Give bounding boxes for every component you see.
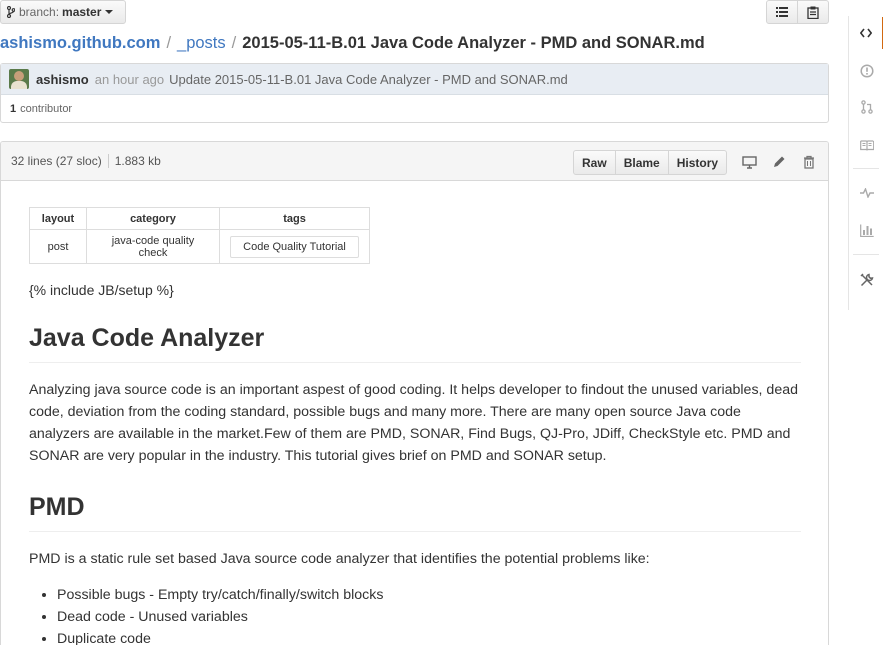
- table-cell-category: java-code quality check: [86, 229, 220, 264]
- breadcrumb-separator: /: [231, 34, 237, 52]
- list-item: Possible bugs - Empty try/catch/finally/…: [57, 584, 801, 606]
- settings-icon[interactable]: [849, 264, 883, 296]
- file-box: 32 lines (27 sloc) 1.883 kb Raw Blame Hi…: [0, 141, 829, 645]
- history-button[interactable]: History: [667, 151, 726, 174]
- raw-button[interactable]: Raw: [574, 151, 615, 174]
- breadcrumb-filename: 2015-05-11-B.01 Java Code Analyzer - PMD…: [242, 34, 705, 52]
- markdown-body: layout category tags post java-code qual…: [29, 207, 801, 645]
- commit-message[interactable]: Update 2015-05-11-B.01 Java Code Analyze…: [169, 72, 568, 87]
- table-cell-tags: Code Quality Tutorial: [219, 229, 370, 264]
- contributor-label: contributor: [20, 103, 73, 115]
- repo-sidebar: [848, 16, 883, 310]
- heading-pmd: PMD: [29, 493, 801, 532]
- breadcrumb-separator: /: [166, 34, 172, 52]
- pencil-icon[interactable]: [771, 154, 787, 170]
- file-size: 1.883 kb: [114, 154, 161, 168]
- intro-paragraph: Analyzing java source code is an importa…: [29, 382, 798, 464]
- file-icon-actions: [741, 154, 817, 170]
- heading-java-code-analyzer: Java Code Analyzer: [29, 324, 801, 363]
- table-cell-layout: post: [29, 229, 87, 264]
- sidebar-divider: [853, 254, 879, 255]
- include-directive: {% include JB/setup %}: [29, 282, 174, 298]
- breadcrumb: ashismo.github.com / _posts / 2015-05-11-B.0…: [0, 34, 705, 53]
- tag-box: Code Quality Tutorial: [230, 235, 359, 258]
- list-icon[interactable]: [767, 1, 797, 23]
- pulse-icon[interactable]: [849, 177, 883, 209]
- clipboard-icon[interactable]: [797, 1, 828, 23]
- trash-icon[interactable]: [801, 154, 817, 170]
- branch-name: master: [62, 5, 102, 19]
- pmd-problem-list: Possible bugs - Empty try/catch/finally/…: [29, 584, 801, 645]
- table-header-category: category: [86, 207, 220, 230]
- issue-icon[interactable]: [849, 55, 883, 87]
- code-icon[interactable]: [849, 17, 883, 49]
- file-lines: 32 lines (27 sloc): [11, 154, 102, 168]
- table-header-tags: tags: [219, 207, 370, 230]
- branch-icon: [7, 6, 15, 18]
- branch-prefix: branch:: [19, 5, 60, 19]
- breadcrumb-repo-link[interactable]: ashismo.github.com: [0, 34, 160, 52]
- list-item: Dead code - Unused variables: [57, 606, 801, 628]
- commit-header: ashismo an hour ago Update 2015-05-11-B.…: [1, 64, 828, 95]
- divider: [107, 154, 109, 168]
- commit-time: an hour ago: [94, 71, 165, 87]
- pull-request-icon[interactable]: [849, 91, 883, 123]
- list-item: Duplicate code: [57, 628, 801, 645]
- blame-button[interactable]: Blame: [614, 151, 668, 174]
- chevron-down-icon: [105, 10, 114, 14]
- wiki-icon[interactable]: [849, 129, 883, 161]
- branch-selector[interactable]: branch: master: [0, 0, 126, 24]
- sidebar-divider: [853, 168, 879, 169]
- breadcrumb-folder-link[interactable]: _posts: [177, 34, 226, 52]
- graph-icon[interactable]: [849, 214, 883, 246]
- table-header-layout: layout: [29, 207, 87, 230]
- desktop-icon[interactable]: [741, 154, 757, 170]
- front-matter-table: layout category tags post java-code qual…: [29, 207, 370, 264]
- file-nav-buttons: [766, 0, 829, 24]
- commit-author[interactable]: ashismo: [36, 72, 89, 87]
- contributor-count: 1: [10, 103, 17, 115]
- file-actions: Raw Blame History: [573, 150, 728, 175]
- contributors[interactable]: 1 contributor: [1, 95, 828, 123]
- commit-box: ashismo an hour ago Update 2015-05-11-B.…: [0, 63, 829, 123]
- avatar[interactable]: [9, 69, 29, 89]
- pmd-description: PMD is a static rule set based Java sour…: [29, 551, 650, 567]
